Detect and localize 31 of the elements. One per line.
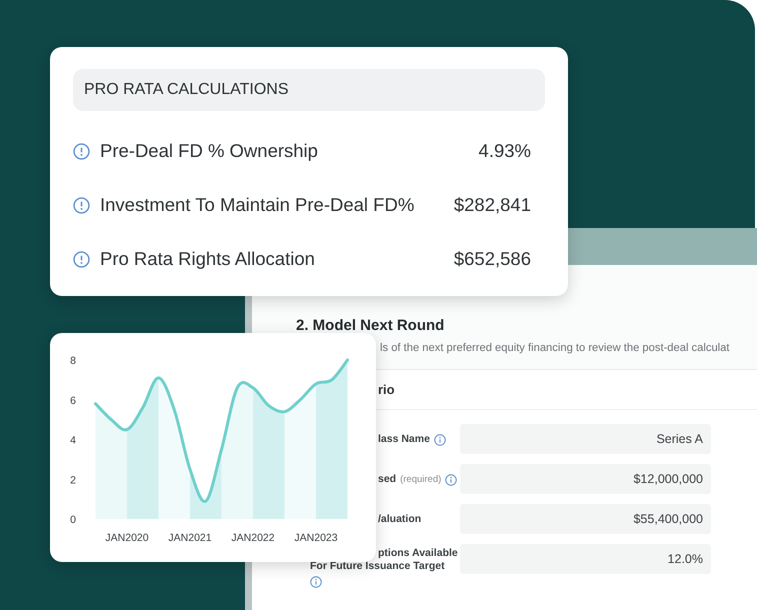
section-heading: 2. Model Next Round [296, 317, 446, 334]
metric-value: $652,586 [454, 248, 532, 270]
field-label: For Future Issuance Target [310, 560, 445, 573]
metric-label: Pre-Deal FD % Ownership [100, 140, 319, 162]
value-field[interactable]: Series A [460, 424, 711, 454]
x-tick-label: JAN2023 [294, 532, 338, 544]
field-label: /aluation [378, 513, 422, 526]
field-label: ptions Available [378, 547, 458, 560]
field-label: sed [378, 473, 396, 486]
metric-label: Pro Rata Rights Allocation [100, 248, 316, 270]
info-icon [73, 250, 90, 268]
field-note: (required) [400, 473, 442, 486]
section-description: ls of the next preferred equity financing to review the post-deal calculat [380, 342, 730, 354]
field-label: lass Name [378, 433, 430, 446]
info-icon [73, 196, 90, 214]
x-tick-label: JAN2022 [231, 532, 275, 544]
x-tick-label: JAN2021 [168, 532, 212, 544]
value-field[interactable]: $55,400,000 [460, 504, 711, 534]
y-tick-label: 0 [70, 514, 76, 526]
value-field[interactable]: $12,000,000 [460, 464, 711, 494]
info-icon [73, 142, 90, 160]
card-title: PRO RATA CALCULATIONS [73, 69, 545, 111]
metric-label: Investment To Maintain Pre-Deal FD% [100, 194, 416, 216]
y-tick-label: 8 [70, 355, 76, 367]
y-tick-label: 4 [70, 434, 76, 446]
metric-value: 4.93% [478, 140, 532, 162]
value-field[interactable]: 12.0% [460, 544, 711, 574]
x-tick-label: JAN2020 [105, 532, 149, 544]
metric-value: $282,841 [454, 194, 532, 216]
y-tick-label: 2 [70, 474, 76, 486]
y-tick-label: 6 [70, 394, 76, 407]
